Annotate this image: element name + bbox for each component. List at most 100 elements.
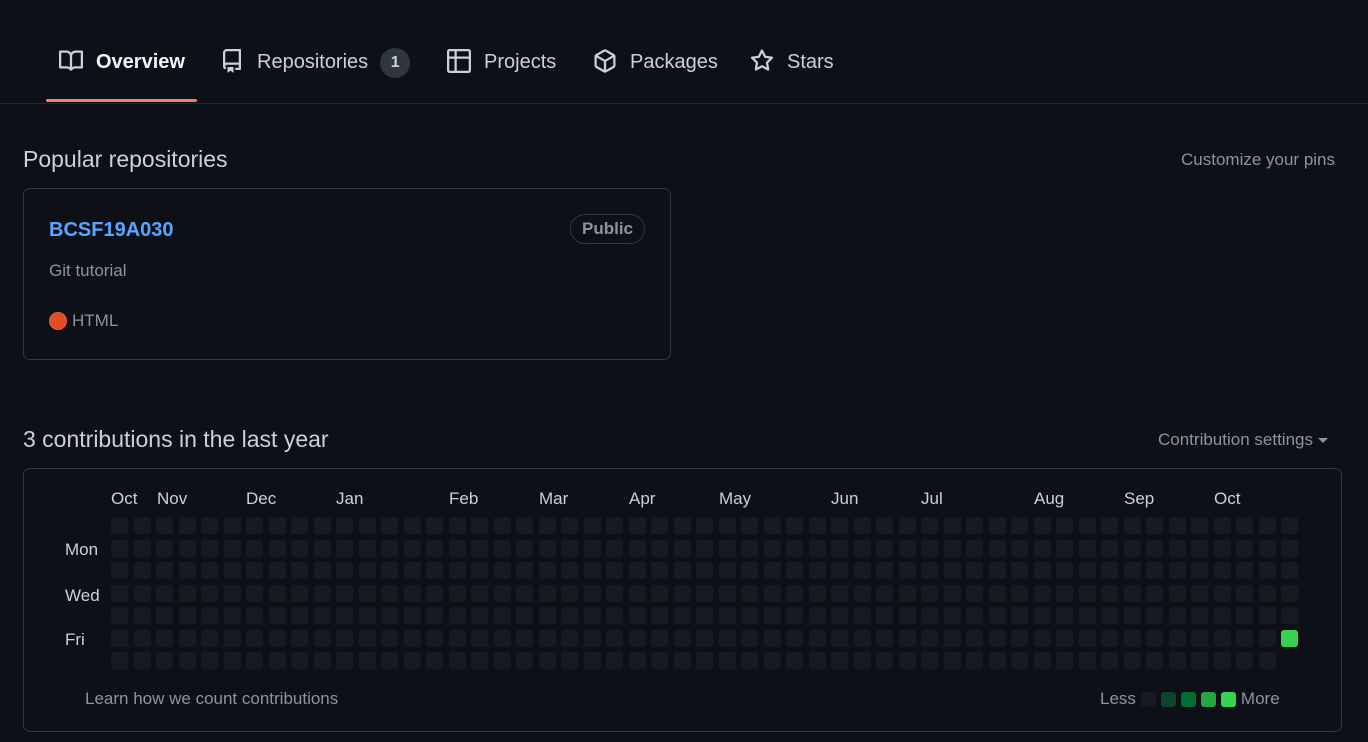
contribution-day-cell[interactable] [942,538,962,558]
contribution-day-cell[interactable] [560,516,579,535]
contribution-day-cell[interactable] [155,651,174,670]
tab-projects[interactable]: Projects [446,33,556,101]
contribution-day-cell[interactable] [1145,606,1164,625]
contribution-day-cell[interactable] [1032,651,1052,670]
contribution-day-cell[interactable] [245,606,264,625]
contribution-day-cell[interactable] [627,583,647,603]
contribution-day-cell[interactable] [965,538,984,558]
contribution-day-cell[interactable] [875,628,894,648]
contribution-day-cell[interactable] [605,538,624,558]
contribution-day-cell[interactable] [155,628,174,648]
contribution-day-cell[interactable] [1257,561,1277,580]
contribution-day-cell[interactable] [110,538,129,558]
contribution-day-cell[interactable] [492,628,512,648]
contribution-day-cell[interactable] [1077,651,1097,670]
contribution-day-cell[interactable] [582,561,602,580]
contribution-day-cell[interactable] [1100,583,1119,603]
contribution-settings-dropdown[interactable]: Contribution settings [1158,430,1328,450]
contribution-day-cell[interactable] [200,606,219,625]
contribution-day-cell[interactable] [605,561,624,580]
contribution-day-cell[interactable] [245,628,264,648]
contribution-day-cell[interactable] [807,516,827,535]
contribution-day-cell[interactable] [312,606,332,625]
contribution-day-cell[interactable] [222,561,242,580]
contribution-day-cell[interactable] [222,651,242,670]
contribution-day-cell[interactable] [560,538,579,558]
contribution-day-cell[interactable] [267,583,287,603]
contribution-day-cell[interactable] [1122,651,1142,670]
contribution-day-cell[interactable] [1077,561,1097,580]
contribution-day-cell[interactable] [987,628,1007,648]
contribution-day-cell[interactable] [807,583,827,603]
contribution-day-cell[interactable] [942,561,962,580]
contribution-day-cell[interactable] [785,538,804,558]
contribution-day-cell[interactable] [267,606,287,625]
contribution-day-cell[interactable] [1212,583,1232,603]
contribution-day-cell[interactable] [222,628,242,648]
contribution-day-cell[interactable] [695,538,714,558]
contribution-day-cell[interactable] [1077,583,1097,603]
contribution-day-cell[interactable] [312,538,332,558]
contribution-day-cell[interactable] [515,561,534,580]
contribution-day-cell[interactable] [425,583,444,603]
contribution-day-cell[interactable] [740,561,759,580]
contribution-day-cell[interactable] [1257,628,1277,648]
contribution-day-cell[interactable] [537,538,557,558]
contribution-day-cell[interactable] [965,606,984,625]
contribution-day-cell[interactable] [785,583,804,603]
contribution-day-cell[interactable] [1010,606,1029,625]
contribution-day-cell[interactable] [920,538,939,558]
contribution-day-cell[interactable] [1032,561,1052,580]
contribution-day-cell[interactable] [515,538,534,558]
contribution-day-cell[interactable] [357,606,377,625]
contribution-day-cell[interactable] [1257,516,1277,535]
contribution-day-cell[interactable] [1010,561,1029,580]
contribution-day-cell[interactable] [1280,516,1299,535]
contribution-day-cell[interactable] [177,561,197,580]
contribution-day-cell[interactable] [222,516,242,535]
contribution-day-cell[interactable] [1257,651,1277,670]
contribution-day-cell[interactable] [830,628,849,648]
contribution-day-cell[interactable] [425,651,444,670]
contribution-day-cell[interactable] [515,606,534,625]
contribution-day-cell[interactable] [515,651,534,670]
contribution-day-cell[interactable] [672,583,692,603]
contribution-day-cell[interactable] [1190,516,1209,535]
contribution-day-cell[interactable] [987,651,1007,670]
contribution-day-cell[interactable] [447,538,467,558]
contribution-day-cell[interactable] [1235,651,1254,670]
contribution-day-cell[interactable] [110,628,129,648]
contribution-day-cell[interactable] [335,606,354,625]
contribution-day-cell[interactable] [335,651,354,670]
contribution-day-cell[interactable] [852,583,872,603]
contribution-day-cell[interactable] [897,651,917,670]
contribution-day-cell[interactable] [560,561,579,580]
contribution-day-cell[interactable] [875,651,894,670]
contribution-day-cell[interactable] [447,651,467,670]
contribution-day-cell[interactable] [447,516,467,535]
contribution-day-cell[interactable] [357,628,377,648]
contribution-day-cell[interactable] [830,651,849,670]
contribution-day-cell[interactable] [177,583,197,603]
contribution-day-cell[interactable] [807,606,827,625]
contribution-day-cell[interactable] [807,651,827,670]
contribution-day-cell[interactable] [1145,628,1164,648]
contribution-day-cell[interactable] [155,516,174,535]
contribution-day-cell[interactable] [1257,606,1277,625]
contribution-day-cell[interactable] [1235,606,1254,625]
contribution-day-cell[interactable] [740,516,759,535]
contribution-day-cell[interactable] [852,628,872,648]
contribution-day-cell[interactable] [987,561,1007,580]
contribution-day-cell[interactable] [1122,628,1142,648]
contribution-day-cell[interactable] [762,606,782,625]
contribution-day-cell[interactable] [942,583,962,603]
contribution-day-cell[interactable] [335,583,354,603]
contribution-day-cell[interactable] [942,516,962,535]
contribution-day-cell[interactable] [290,538,309,558]
contribution-day-cell[interactable] [1055,651,1074,670]
contribution-day-cell[interactable] [1212,651,1232,670]
contribution-day-cell[interactable] [1032,583,1052,603]
contribution-day-cell[interactable] [1235,561,1254,580]
contribution-day-cell[interactable] [357,561,377,580]
contribution-day-cell[interactable] [1212,538,1232,558]
